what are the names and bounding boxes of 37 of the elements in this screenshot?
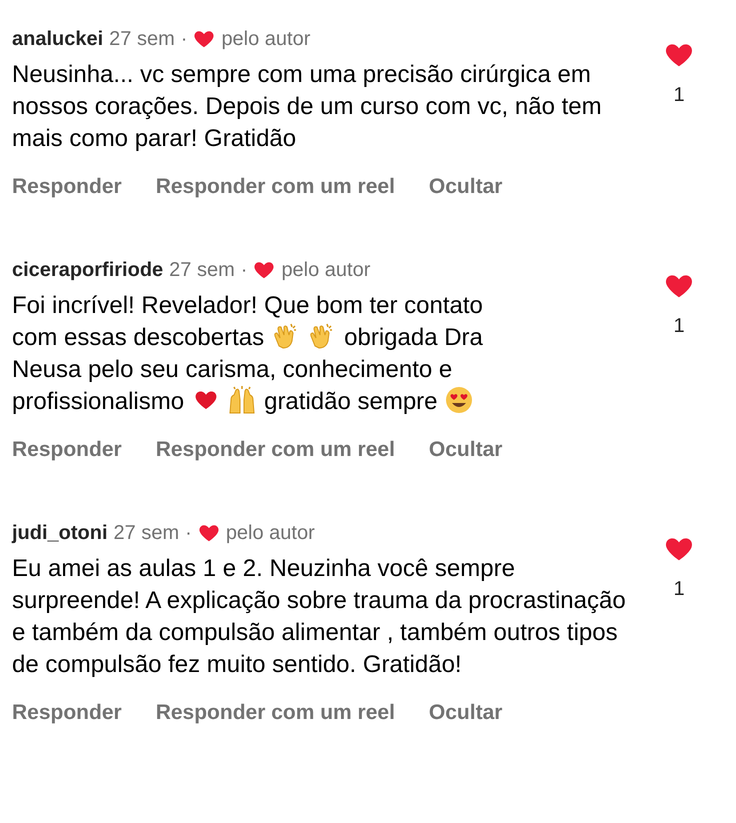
action-link[interactable]: Responder [12, 173, 122, 201]
heart-icon [198, 522, 220, 544]
username[interactable]: analuckei [12, 26, 104, 52]
liked-by-author-label: pelo autor [226, 521, 315, 546]
action-link[interactable]: Responder [12, 699, 122, 727]
heart-icon [253, 259, 276, 281]
comment-text: Neusa pelo seu carisma, conhecimento e [12, 356, 452, 383]
username[interactable]: ciceraporfiriode [12, 257, 164, 283]
comment-text: Foi incrível! Revelador! Que bom ter contato [12, 292, 483, 319]
action-link[interactable]: Responder com um reel [156, 436, 395, 464]
heart-eyes-emoji-icon [445, 386, 474, 414]
heart-icon [193, 28, 216, 50]
comment-text: profissionalismo [12, 388, 184, 415]
like-count: 1 [673, 83, 685, 108]
comment-time: 27 sem [169, 258, 235, 283]
action-link[interactable]: Ocultar [428, 436, 502, 464]
username[interactable]: judi_otoni [12, 520, 108, 546]
comment-time: 27 sem [114, 521, 180, 546]
comment-text: com essas descobertas [12, 324, 264, 351]
comment-text: Eu amei as aulas 1 e 2. Neuzinha você sempre surpreende! A explicação sobre trauma da procrastinação e também da compulsão alimentar , também outros tipos de compulsão fez muito sentido. Gratidão! [12, 555, 626, 678]
action-link[interactable]: Responder com um reel [156, 699, 395, 727]
action-link[interactable]: Ocultar [428, 699, 502, 727]
like-count: 1 [673, 314, 685, 339]
raised-hands-icon [228, 386, 256, 414]
separator: · [180, 27, 188, 52]
comment-text: gratidão sempre [264, 388, 438, 415]
action-link[interactable]: Responder [12, 436, 122, 464]
comment-text: Neusinha... vc sempre com uma precisão cirúrgica em nossos corações. Depois de um curso com vc, não tem mais como parar! Gratidão [12, 61, 602, 152]
separator: · [240, 258, 248, 283]
comment-time: 27 sem [109, 27, 175, 52]
like-count: 1 [673, 577, 685, 602]
liked-by-author-label: pelo autor [221, 27, 310, 52]
action-link[interactable]: Responder com um reel [156, 173, 395, 201]
action-link[interactable]: Ocultar [428, 173, 502, 201]
liked-by-author-label: pelo autor [281, 258, 370, 283]
separator: · [185, 521, 192, 546]
comment-text: obrigada Dra [344, 324, 483, 351]
